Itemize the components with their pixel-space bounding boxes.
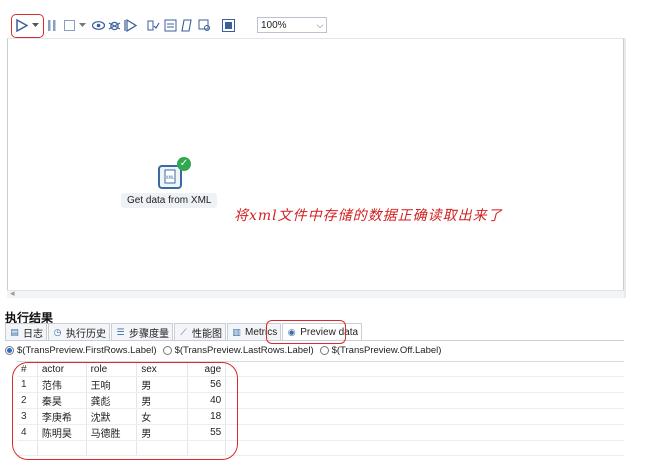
tab-performance-label: 性能图 [192,329,222,340]
tab-log-label: 日志 [23,329,43,340]
cell-filler [225,424,624,441]
radio-off-label: $(TransPreview.Off.Label) [331,345,442,356]
canvas-horizontal-scrollbar[interactable]: ◂ [7,288,624,299]
eye-icon: ◉ [287,327,296,337]
zoom-value: 100% [261,19,287,31]
radio-icon [319,346,329,355]
bar-chart-icon: ▥ [232,327,241,337]
cell-filler [225,408,624,425]
sql-icon[interactable] [180,15,194,35]
cell-filler [225,376,624,393]
tab-history[interactable]: ◷ 执行历史 [48,323,110,341]
radio-first-rows-label: $(TransPreview.FirstRows.Label) [17,345,157,356]
step-label[interactable]: Get data from XML [121,193,218,208]
debug-icon[interactable] [107,15,121,35]
pause-icon[interactable] [47,15,57,35]
run-dropdown-icon[interactable] [31,15,40,35]
radio-first-rows[interactable]: $(TransPreview.FirstRows.Label) [5,345,157,356]
radio-selected-icon [5,346,14,355]
tab-history-label: 执行历史 [66,329,106,340]
preview-mode-options: $(TransPreview.FirstRows.Label) $(TransP… [5,345,441,356]
canvas-vertical-edge [624,38,626,298]
annotation-text: 将xml文件中存储的数据正确读取出来了 [234,208,503,224]
tab-performance[interactable]: ⟋ 性能图 [174,323,226,341]
tab-preview-data[interactable]: ◉ Preview data [282,323,363,341]
chevron-down-icon: ⌵ [316,19,324,30]
tab-metrics[interactable]: ▥ Metrics [227,323,282,341]
table-highlight-box [12,362,238,460]
line-chart-icon: ⟋ [180,327,187,337]
toolbar: 100% ⌵ [0,12,671,38]
transformation-canvas[interactable] [7,38,624,298]
svg-text:XML: XML [166,175,175,180]
column-filler [225,362,624,377]
explore-db-icon[interactable] [197,15,211,35]
radio-off[interactable]: $(TransPreview.Off.Label) [319,345,442,356]
list-icon: ☰ [116,327,125,337]
tab-preview-data-label: Preview data [300,327,359,338]
tab-step-metrics-label: 步骤度量 [129,329,169,340]
tab-divider [5,340,624,341]
tab-metrics-label: Metrics [245,327,278,338]
scroll-left-icon[interactable]: ◂ [10,288,15,299]
radio-last-rows-label: $(TransPreview.LastRows.Label) [174,345,314,356]
run-icon[interactable] [14,15,28,35]
replay-icon[interactable] [123,15,137,35]
zoom-select[interactable]: 100% ⌵ [257,17,327,33]
results-tabs: ▤ 日志 ◷ 执行历史 ☰ 步骤度量 ⟋ 性能图 ▥ Metrics ◉ Pre… [5,323,363,341]
tab-step-metrics[interactable]: ☰ 步骤度量 [111,323,173,341]
stop-icon[interactable] [63,15,75,35]
show-results-icon[interactable] [221,15,235,35]
log-icon: ▤ [10,327,19,337]
preview-icon[interactable] [91,15,105,35]
stop-dropdown-icon[interactable] [78,15,86,35]
radio-last-rows[interactable]: $(TransPreview.LastRows.Label) [162,345,314,356]
tab-log[interactable]: ▤ 日志 [5,323,47,341]
step-success-icon: ✓ [177,157,191,171]
radio-icon [162,346,172,355]
verify-icon[interactable] [146,15,160,35]
impact-icon[interactable] [163,15,177,35]
clock-icon: ◷ [53,327,62,337]
cell-filler [225,392,624,409]
